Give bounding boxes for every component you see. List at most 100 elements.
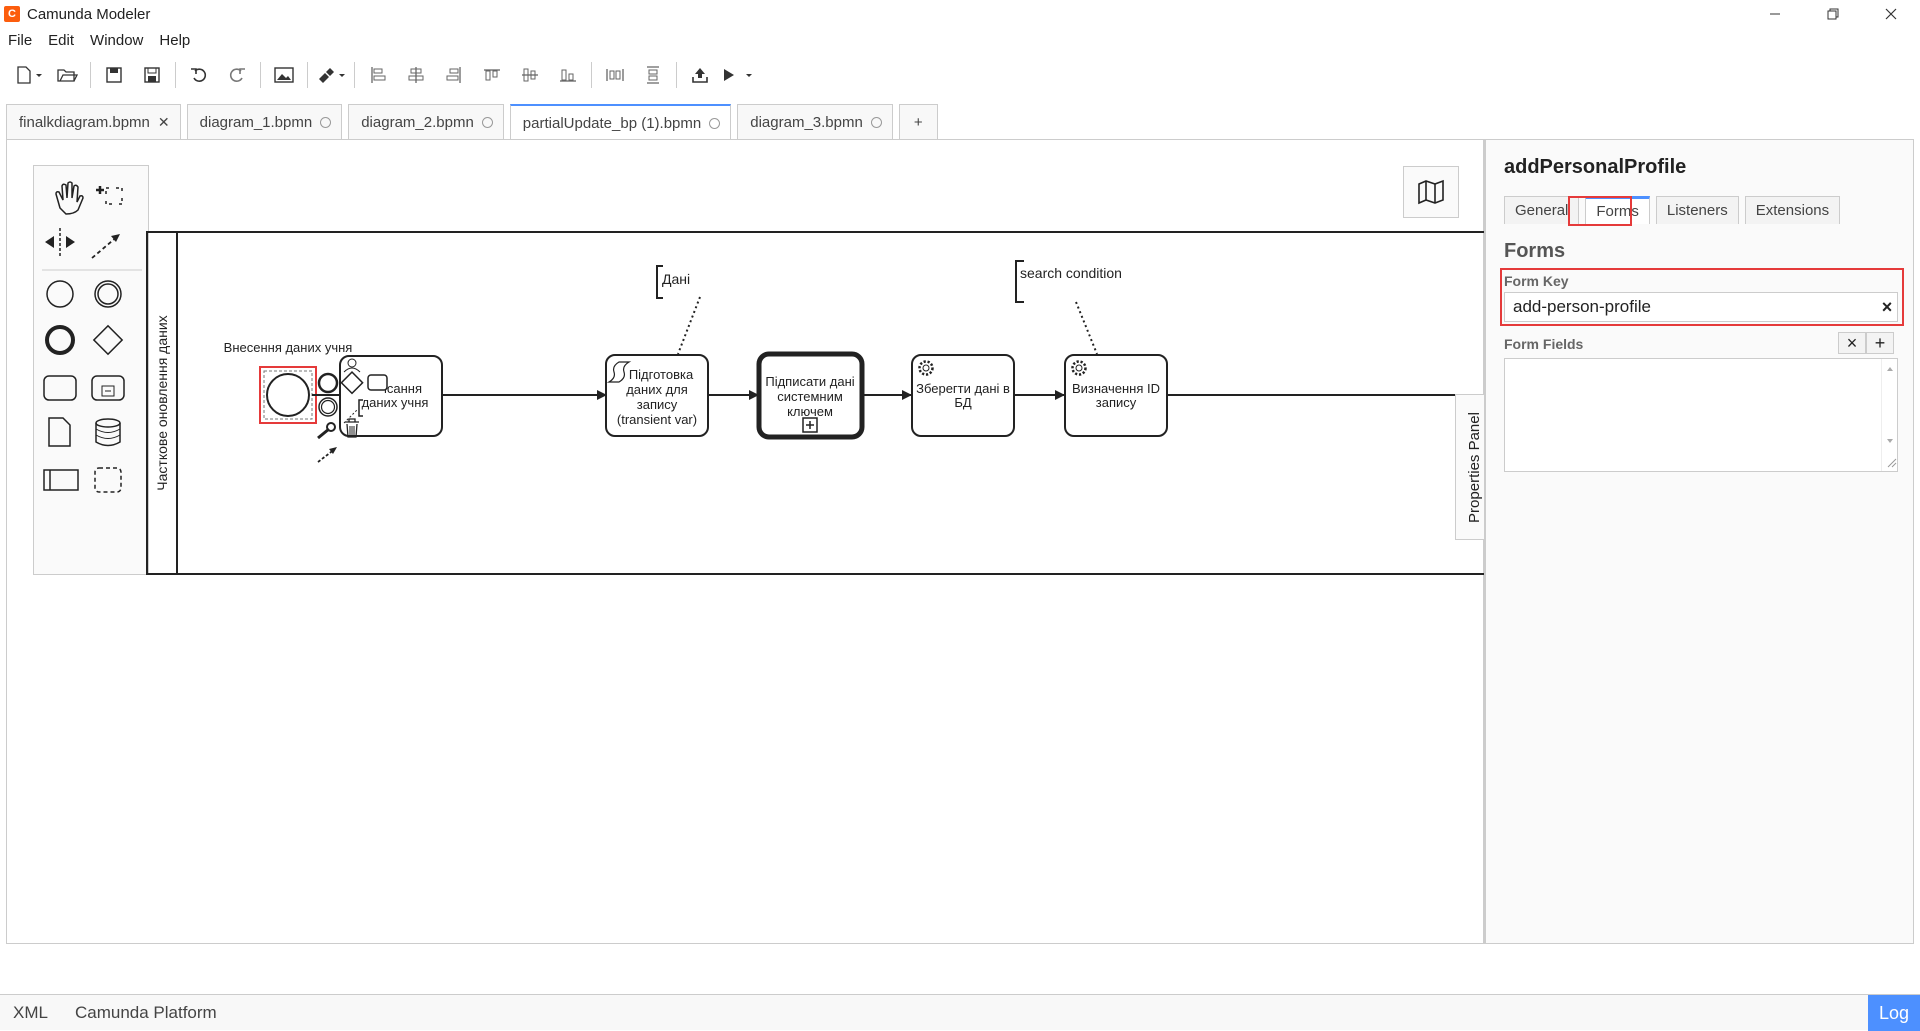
- append-annotation-icon[interactable]: [358, 399, 363, 417]
- context-pad: [317, 358, 388, 463]
- start-event[interactable]: [266, 373, 310, 417]
- tab-listeners[interactable]: Listeners: [1655, 196, 1739, 224]
- remove-form-field-button[interactable]: ×: [1838, 332, 1866, 354]
- undo-icon: [191, 68, 207, 82]
- append-end-event-icon[interactable]: [317, 372, 339, 394]
- align-bottom-button[interactable]: [549, 60, 587, 90]
- intermediate-event-icon[interactable]: [94, 280, 122, 308]
- space-tool-icon[interactable]: [45, 228, 75, 256]
- data-object-icon[interactable]: [48, 417, 71, 447]
- new-file-button[interactable]: [10, 60, 48, 90]
- platform-selector[interactable]: Camunda Platform: [75, 1003, 217, 1023]
- wrench-icon[interactable]: [317, 422, 336, 440]
- gateway-icon[interactable]: [92, 324, 124, 356]
- xml-button[interactable]: XML: [13, 1003, 48, 1023]
- save-button[interactable]: [95, 60, 133, 90]
- end-event-icon[interactable]: [45, 325, 75, 355]
- save-as-button[interactable]: [133, 60, 171, 90]
- menu-file[interactable]: File: [0, 30, 40, 52]
- form-key-input[interactable]: [1504, 292, 1898, 322]
- scrollbar[interactable]: [1881, 359, 1897, 471]
- user-icon[interactable]: [343, 358, 361, 373]
- task-icon[interactable]: [43, 375, 77, 401]
- pool[interactable]: [146, 231, 1485, 575]
- diagram-canvas[interactable]: Часткове оновлення даних Внесення даних …: [6, 139, 1493, 944]
- global-connect-tool-icon[interactable]: [91, 234, 120, 259]
- script-task-prepare-data[interactable]: [605, 354, 709, 437]
- align-center-icon: [408, 67, 424, 83]
- properties-panel-toggle-label: Properties Panel: [1466, 411, 1483, 523]
- tab-label: diagram_2.bpmn: [361, 114, 474, 131]
- tab-extensions[interactable]: Extensions: [1744, 196, 1841, 224]
- close-icon: [1885, 8, 1897, 20]
- hand-tool-icon[interactable]: [55, 181, 84, 215]
- distribute-horizontal-button[interactable]: [596, 60, 634, 90]
- align-center-button[interactable]: [397, 60, 435, 90]
- align-left-button[interactable]: [359, 60, 397, 90]
- task-enter-data[interactable]: [339, 355, 443, 437]
- lasso-tool-icon[interactable]: [96, 186, 123, 205]
- form-fields-label: Form Fields: [1504, 336, 1584, 352]
- append-gateway-icon[interactable]: [340, 371, 364, 395]
- minimize-button[interactable]: [1746, 0, 1804, 28]
- start-event-icon[interactable]: [46, 280, 74, 308]
- saved-indicator-icon: [870, 117, 882, 128]
- redo-icon: [229, 68, 245, 82]
- service-task-save-data[interactable]: [911, 354, 1015, 437]
- align-top-button[interactable]: [473, 60, 511, 90]
- connect-icon[interactable]: [317, 447, 337, 463]
- group-icon[interactable]: [94, 467, 122, 493]
- close-window-button[interactable]: [1862, 0, 1920, 28]
- form-fields-list[interactable]: [1504, 358, 1898, 472]
- deploy-button[interactable]: [681, 60, 719, 90]
- data-store-icon[interactable]: [95, 418, 121, 447]
- distribute-vertical-button[interactable]: [634, 60, 672, 90]
- align-left-icon: [371, 67, 386, 83]
- subprocess-icon[interactable]: [91, 375, 125, 401]
- append-task-icon[interactable]: [367, 374, 388, 391]
- form-key-label: Form Key: [1504, 273, 1569, 289]
- align-right-button[interactable]: [435, 60, 473, 90]
- saved-indicator-icon: [320, 117, 332, 128]
- tab-finalkdiagram[interactable]: finalkdiagram.bpmn ✕: [6, 104, 181, 140]
- align-middle-button[interactable]: [511, 60, 549, 90]
- menu-window[interactable]: Window: [82, 30, 151, 52]
- tab-diagram-1[interactable]: diagram_1.bpmn: [186, 104, 343, 140]
- open-file-button[interactable]: [48, 60, 86, 90]
- append-intermediate-event-icon[interactable]: [318, 397, 338, 417]
- tab-forms[interactable]: Forms: [1585, 196, 1650, 224]
- add-form-field-button[interactable]: +: [1866, 332, 1894, 354]
- redo-button[interactable]: [218, 60, 256, 90]
- minimize-icon: [1770, 13, 1780, 15]
- annotation-data-text: Дані: [662, 271, 690, 287]
- new-tab-button[interactable]: +: [898, 104, 938, 140]
- menu-help[interactable]: Help: [151, 30, 198, 52]
- color-button[interactable]: [312, 60, 350, 90]
- pool-icon[interactable]: [43, 469, 79, 491]
- tab-partial-update[interactable]: partialUpdate_bp (1).bpmn: [509, 104, 732, 141]
- run-button[interactable]: [719, 60, 757, 90]
- restore-button[interactable]: [1804, 0, 1862, 28]
- collapsed-marker-icon: [802, 417, 818, 433]
- task-enter-data-line1: ісання: [384, 381, 422, 396]
- color-brush-icon: [319, 68, 345, 83]
- log-button[interactable]: Log: [1868, 995, 1920, 1031]
- call-activity-sign-data[interactable]: [756, 351, 865, 440]
- export-image-button[interactable]: [265, 60, 303, 90]
- tab-diagram-2[interactable]: diagram_2.bpmn: [348, 104, 504, 140]
- align-right-icon: [446, 67, 461, 83]
- trash-icon[interactable]: [345, 418, 359, 438]
- toolbar-separator: [354, 62, 355, 88]
- menu-edit[interactable]: Edit: [40, 30, 82, 52]
- annotation-data[interactable]: [656, 265, 663, 299]
- minimap-toggle[interactable]: [1403, 166, 1459, 218]
- annotation-search[interactable]: [1015, 260, 1024, 303]
- service-task-define-id[interactable]: [1064, 354, 1168, 437]
- app-logo-icon: C: [4, 6, 20, 22]
- clear-icon[interactable]: ×: [1876, 292, 1898, 322]
- association: [1075, 301, 1098, 355]
- tab-general[interactable]: General: [1504, 196, 1580, 224]
- tab-diagram-3[interactable]: diagram_3.bpmn: [737, 104, 893, 140]
- tab-close-icon[interactable]: ✕: [158, 114, 170, 131]
- undo-button[interactable]: [180, 60, 218, 90]
